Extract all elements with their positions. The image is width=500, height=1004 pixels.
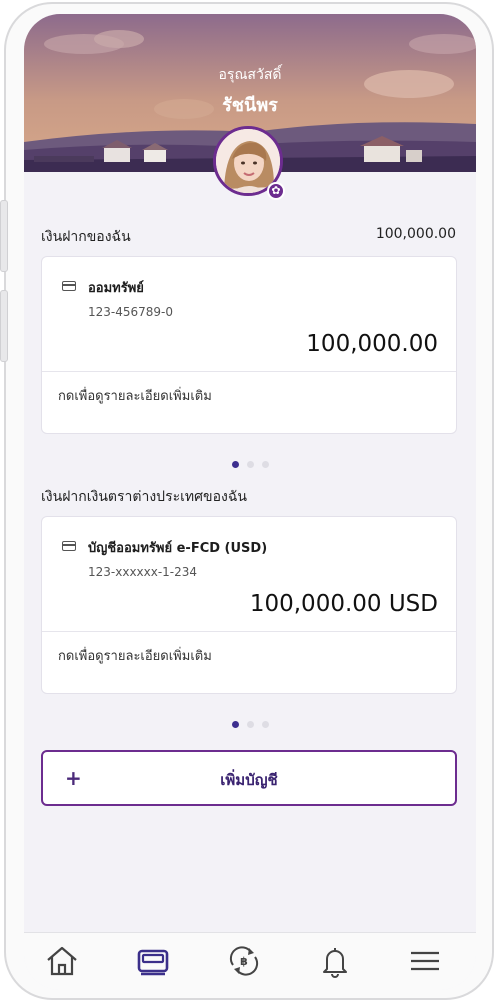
avatar-settings-icon[interactable]: ✿ [267,182,285,200]
pager-dot-2[interactable] [246,461,254,468]
bell-icon [323,948,347,978]
account-number: 123-xxxxxx-1-234 [88,565,198,579]
nav-menu[interactable] [405,943,445,979]
nav-home[interactable] [42,943,82,979]
card-icon [62,281,76,291]
wallet-card-icon [137,949,169,976]
account-name: ออมทรัพย์ [88,281,144,296]
savings-account-card[interactable]: ออมทรัพย์ 123-456789-0 100,000.00 กดเพื่… [41,256,457,434]
card-divider [42,371,456,372]
greeting-text: อรุณสวัสดิ์ [218,67,282,83]
bottom-navigation: ฿ [24,932,476,990]
deposits-total: 100,000.00 [375,226,456,242]
deposits-pager [24,453,476,472]
phone-side-button-bottom [0,290,8,362]
pager-dot-2[interactable] [246,721,254,728]
pager-dot-3[interactable] [261,461,269,468]
pager-dot-3[interactable] [261,721,269,728]
account-balance: 100,000.00 [306,331,438,357]
account-balance: 100,000.00 USD [249,591,438,617]
app-screen: อรุณสวัสดิ์ รัชนีพร ✿ เงินฝากของฉัน 100,… [24,14,476,990]
hamburger-menu-icon [411,951,439,971]
pager-dot-1[interactable] [231,721,239,728]
foreign-deposits-section-title: เงินฝากเงินตราต่างประเทศของฉัน [41,489,247,505]
account-name: บัญชีออมทรัพย์ e-FCD (USD) [88,541,268,556]
baht-exchange-icon: ฿ [229,946,259,976]
nav-notifications[interactable] [315,943,355,979]
foreign-deposits-pager [24,713,476,732]
fcd-account-card[interactable]: บัญชีออมทรัพย์ e-FCD (USD) 123-xxxxxx-1-… [41,516,457,694]
card-icon [62,541,76,551]
add-account-button[interactable]: + เพิ่มบัญชี [41,750,457,806]
add-account-label: เพิ่มบัญชี [220,771,278,789]
pager-dot-1[interactable] [231,461,239,468]
view-details-link[interactable]: กดเพื่อดูรายละเอียดเพิ่มเติม [58,645,212,666]
nav-transfer[interactable]: ฿ [224,943,264,979]
home-icon [47,946,77,976]
phone-side-button-top [0,200,8,272]
deposits-section-title: เงินฝากของฉัน [41,229,131,245]
svg-text:฿: ฿ [240,955,248,968]
card-divider [42,631,456,632]
account-number: 123-456789-0 [88,305,174,319]
user-name: รัชนีพร [222,95,278,116]
view-details-link[interactable]: กดเพื่อดูรายละเอียดเพิ่มเติม [58,385,212,406]
nav-accounts[interactable] [133,943,173,979]
